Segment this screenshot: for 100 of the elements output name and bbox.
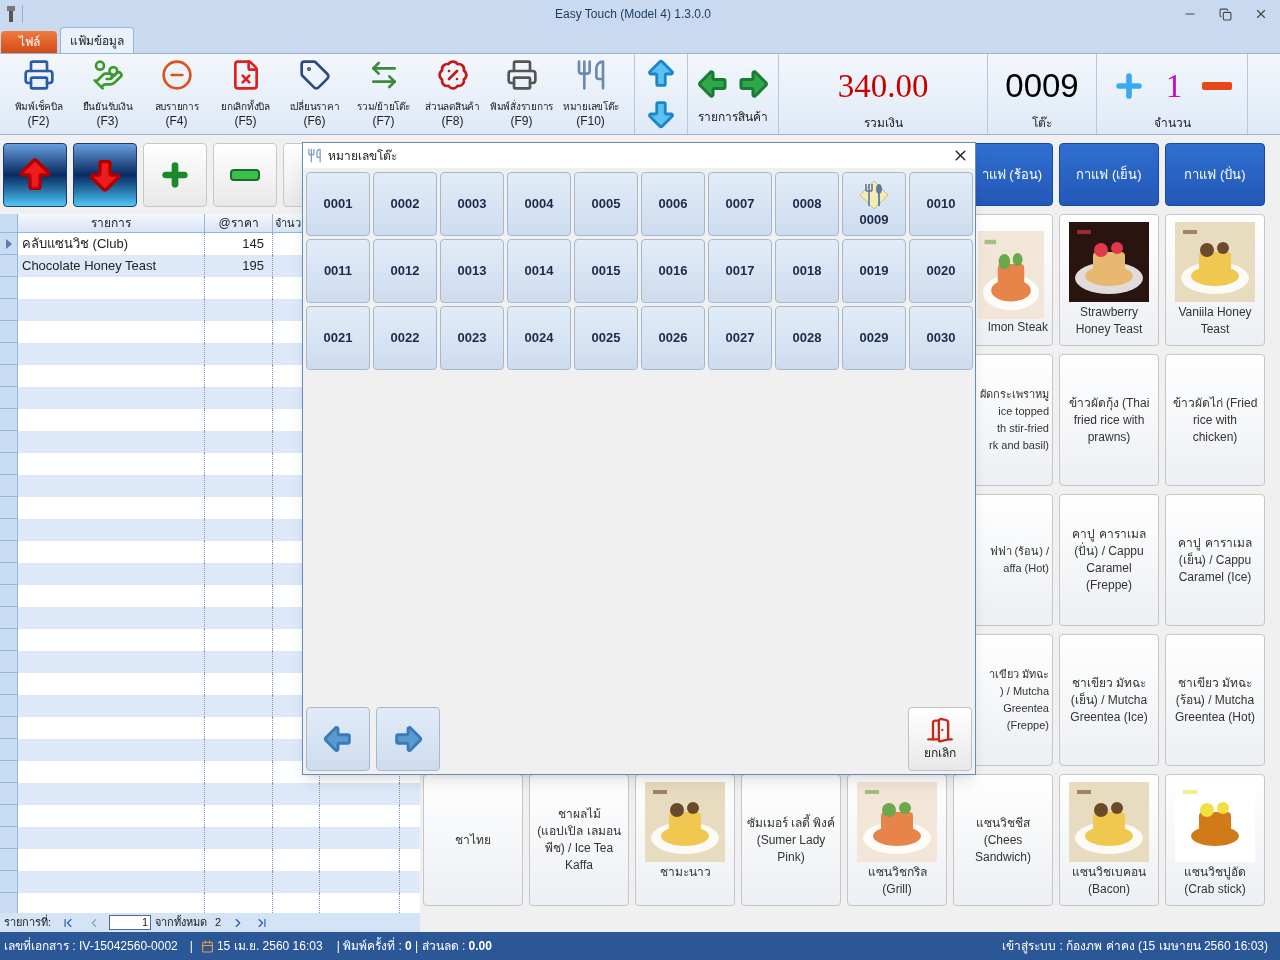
product-tile[interactable]: แซนวิชปูอัด (Crab stick) (1165, 774, 1265, 906)
toolbar-button[interactable]: พิมพ์สั่งรายการ (F9) (487, 58, 556, 132)
product-name: (Freppe) (1006, 718, 1049, 733)
section-label: โต๊ะ (1032, 115, 1052, 132)
product-tile[interactable]: ชาเขียว มัทฉะ (เย็น) / Mutcha Greentea (Ice) (1059, 634, 1159, 766)
pager-label: รายการที่: (4, 914, 52, 931)
row-header (0, 871, 18, 893)
table-button[interactable]: 0023 (440, 306, 504, 370)
table-button[interactable]: 0016 (641, 239, 705, 303)
row-header (0, 673, 18, 695)
product-name: าเขียว มัทฉะ (988, 667, 1049, 682)
move-down-button[interactable] (73, 143, 137, 207)
table-button[interactable]: 0012 (373, 239, 437, 303)
product-tile[interactable]: แซนวิชเบคอน (Bacon) (1059, 774, 1159, 906)
product-tile[interactable]: ข้าวผัดกุ้ง (Thai fried rice with prawns) (1059, 354, 1159, 486)
table-button[interactable]: 0004 (507, 172, 571, 236)
table-button[interactable]: 0029 (842, 306, 906, 370)
product-tile[interactable]: ชามะนาว (635, 774, 735, 906)
table-button[interactable]: 0010 (909, 172, 973, 236)
category-button[interactable]: กาแฟ (ปั่น) (1165, 143, 1265, 206)
toolbar-button[interactable]: ลบรายการ (F4) (142, 58, 211, 132)
product-name: ชาเขียว มัทฉะ (เย็น) / Mutcha Greentea (Ice) (1069, 674, 1149, 726)
close-icon[interactable] (1254, 7, 1268, 21)
toolbar-button[interactable]: ยกเลิกทั้งบิล (F5) (211, 58, 280, 132)
table-button[interactable]: 0021 (306, 306, 370, 370)
table-button[interactable]: 0015 (574, 239, 638, 303)
table-button[interactable]: 0018 (775, 239, 839, 303)
cancel-button[interactable]: ยกเลิก (908, 707, 972, 771)
column-header: รายการ (18, 214, 205, 232)
product-name: แซนวิชกริล (Grill) (866, 864, 928, 898)
login-info: เข้าสู่ระบบ : ก้องภพ ค่าคง (15 เมษายน 2560 16:03) (1002, 938, 1268, 955)
toolbar-button[interactable]: หมายเลขโต๊ะ (F10) (556, 58, 625, 132)
product-tile[interactable]: ซัมเมอร์ เลดี้ พิงค์ (Sumer Lady Pink) (741, 774, 841, 906)
app-icon (6, 6, 16, 22)
table-button[interactable]: 0028 (775, 306, 839, 370)
toolbar-button[interactable]: พิมพ์เช็คบิล (F2) (4, 58, 73, 132)
door-icon (926, 716, 954, 744)
table-button[interactable]: 0025 (574, 306, 638, 370)
product-tile[interactable]: แซนวิชกริล (Grill) (847, 774, 947, 906)
ribbon-tab[interactable]: แฟ้มข้อมูล (60, 27, 134, 53)
column-header: @ราคา (205, 214, 273, 232)
hand-coins-icon (91, 59, 124, 91)
row-header (0, 717, 18, 739)
window-title: Easy Touch (Model 4) 1.3.0.0 (554, 6, 712, 23)
table-button[interactable]: 0008 (775, 172, 839, 236)
table-button[interactable]: 0017 (708, 239, 772, 303)
table-button[interactable]: 0001 (306, 172, 370, 236)
row-header (0, 783, 18, 805)
table-button[interactable]: 0005 (574, 172, 638, 236)
document-number: เลขที่เอกสาร : IV-15042560-0002 (4, 937, 178, 955)
product-tile[interactable]: แซนวิชชีส (Chees Sandwich) (953, 774, 1053, 906)
product-tile[interactable]: คาปู คาราเมล (ปั่น) / Cappu Caramel (Freppe) (1059, 494, 1159, 626)
table-button[interactable]: 0003 (440, 172, 504, 236)
table-button[interactable]: 0009 (842, 172, 906, 236)
table-button[interactable]: 0019 (842, 239, 906, 303)
product-tile[interactable]: ข้าวผัดไก่ (Fried rice with chicken) (1165, 354, 1265, 486)
row-header (0, 849, 18, 871)
product-tile[interactable]: ชาไทย (423, 774, 523, 906)
tag-icon (298, 59, 331, 91)
toolbar-button[interactable]: ส่วนลดสินค้า (F8) (418, 58, 487, 132)
table-button[interactable]: 0020 (909, 239, 973, 303)
toolbar-button[interactable]: รวม/ย้ายโต๊ะ (F7) (349, 58, 418, 132)
restore-icon[interactable] (1219, 7, 1232, 21)
product-name: ชาไทย (455, 831, 491, 849)
category-button[interactable]: กาแฟ (เย็น) (1059, 143, 1159, 206)
table-button[interactable]: 0022 (373, 306, 437, 370)
row-header (0, 541, 18, 563)
toolbar-button[interactable]: เปลี่ยนราคา (F6) (280, 58, 349, 132)
product-tile[interactable]: ชาเขียว มัทฉะ (ร้อน) / Mutcha Greentea (Hot) (1165, 634, 1265, 766)
row-header (0, 695, 18, 717)
table-button[interactable]: 0026 (641, 306, 705, 370)
table-button[interactable]: 0002 (373, 172, 437, 236)
page-count: 2 (215, 915, 222, 931)
minus-icon[interactable] (1202, 82, 1233, 90)
remove-button[interactable] (213, 143, 277, 207)
table-button[interactable]: 0013 (440, 239, 504, 303)
page-field[interactable]: 1 (109, 915, 152, 930)
toolbar-button[interactable]: ยืนยันรับเงิน (F3) (73, 58, 142, 132)
previous-button[interactable] (306, 707, 370, 771)
row-header (0, 739, 18, 761)
table-button[interactable]: 0014 (507, 239, 571, 303)
add-button[interactable] (143, 143, 207, 207)
table-button[interactable]: 0027 (708, 306, 772, 370)
product-name: ชาผลไม้ (แอปเปิล เลมอน พีช) / Ice Tea Kaffa (536, 806, 622, 874)
product-name: ice topped (998, 404, 1049, 419)
move-up-button[interactable] (3, 143, 67, 207)
product-tile[interactable]: Vaniila Honey Teast (1165, 214, 1265, 346)
product-tile[interactable]: คาปู คาราเมล (เย็น) / Cappu Caramel (Ice) (1165, 494, 1265, 626)
row-header (0, 387, 18, 409)
next-button[interactable] (376, 707, 440, 771)
table-button[interactable]: 0030 (909, 306, 973, 370)
product-tile[interactable]: Strawberry Honey Teast (1059, 214, 1159, 346)
status-info: | พิมพ์ครั้งที่ : 0 | ส่วนลด : 0.00 (336, 937, 492, 955)
pager-label: จากทั้งหมด (155, 914, 208, 931)
table-button[interactable]: 0006 (641, 172, 705, 236)
product-tile[interactable]: ชาผลไม้ (แอปเปิล เลมอน พีช) / Ice Tea Kaffa (529, 774, 629, 906)
row-header (0, 629, 18, 651)
table-button[interactable]: 0007 (708, 172, 772, 236)
table-button[interactable]: 0024 (507, 306, 571, 370)
table-button[interactable]: 0011 (306, 239, 370, 303)
